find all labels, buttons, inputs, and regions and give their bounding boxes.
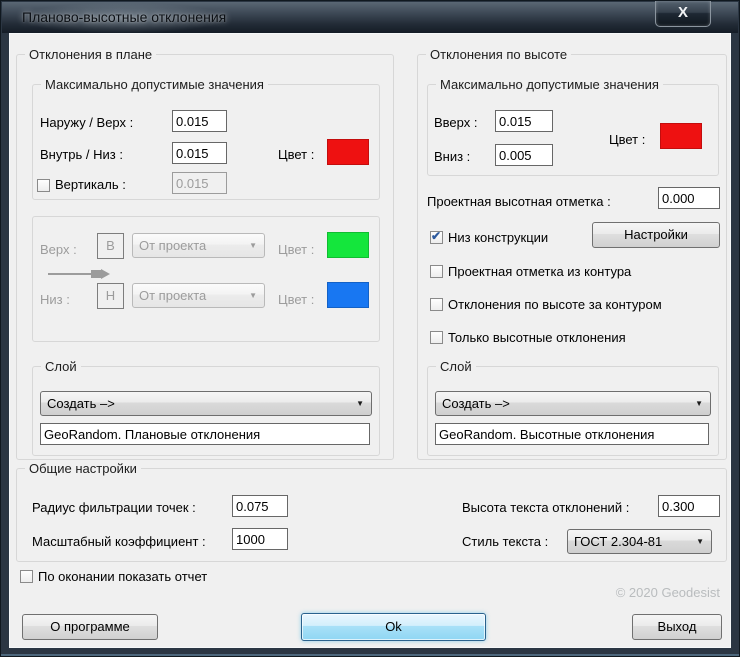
mark-from-contour-checkbox[interactable] (430, 265, 443, 278)
filter-radius-label: Радиус фильтрации точек : (32, 500, 196, 516)
chevron-down-icon: ▼ (695, 392, 703, 415)
direction-bottom-color-label: Цвет : (278, 292, 314, 308)
plan-group-title: Отклонения в плане (25, 47, 156, 62)
direction-top-select: От проекта ▼ (132, 233, 265, 258)
plan-layer-select[interactable]: Создать –> ▼ (40, 391, 372, 416)
right-arrow-icon (47, 267, 113, 281)
outside-contour-label: Отклонения по высоте за контуром (448, 297, 662, 313)
design-mark-label: Проектная высотная отметка : (427, 194, 611, 210)
down-label: Вниз : (434, 149, 470, 165)
common-settings-title: Общие настройки (25, 461, 141, 476)
show-report-label: По оконании показать отчет (38, 569, 207, 585)
plan-layer-select-value: Создать –> (47, 396, 115, 411)
plan-color-label: Цвет : (278, 147, 314, 163)
direction-bottom-label: Низ : (40, 292, 70, 308)
direction-bottom-color-swatch (327, 282, 369, 308)
settings-button[interactable]: Настройки (592, 222, 720, 248)
plan-color-swatch[interactable] (327, 139, 369, 165)
outward-top-label: Наружу / Верх : (40, 115, 133, 131)
direction-top-color-label: Цвет : (278, 242, 314, 258)
ok-button[interactable]: Ok (301, 613, 486, 641)
up-input[interactable] (495, 110, 553, 132)
title-bar: Планово-высотные отклонения (2, 2, 738, 33)
vertical-label: Вертикаль : (55, 177, 126, 193)
design-mark-input[interactable] (658, 187, 720, 209)
show-report-checkbox[interactable] (20, 570, 33, 583)
direction-top-color-swatch (327, 232, 369, 258)
inward-bottom-label: Внутрь / Низ : (40, 147, 123, 163)
exit-button[interactable]: Выход (632, 614, 722, 640)
scale-factor-label: Масштабный коэффициент : (32, 534, 206, 550)
inward-bottom-input[interactable] (172, 142, 227, 164)
height-group-title: Отклонения по высоте (426, 47, 571, 62)
height-layer-group-title: Слой (436, 359, 476, 374)
direction-bottom-select: От проекта ▼ (132, 283, 265, 308)
check-icon: ✔ (431, 229, 441, 243)
filter-radius-input[interactable] (232, 495, 288, 517)
chevron-down-icon: ▼ (249, 284, 257, 307)
dialog-client-area: Отклонения в плане Максимально допустимы… (9, 33, 731, 648)
direction-top-label: Верх : (40, 242, 77, 258)
close-icon[interactable]: X (655, 1, 711, 27)
outside-contour-checkbox[interactable] (430, 298, 443, 311)
only-height-label: Только высотные отклонения (448, 330, 626, 346)
height-max-group-title: Максимально допустимые значения (436, 77, 663, 92)
vertical-input (172, 172, 227, 194)
vertical-checkbox[interactable] (37, 179, 50, 192)
direction-top-select-value: От проекта (139, 238, 206, 253)
bottom-structure-label: Низ конструкции (448, 230, 548, 246)
chevron-down-icon: ▼ (696, 530, 704, 553)
mark-from-contour-label: Проектная отметка из контура (448, 264, 631, 280)
plan-layer-group-title: Слой (41, 359, 81, 374)
outward-top-input[interactable] (172, 110, 227, 132)
dialog-window: Планово-высотные отклонения X Отклонения… (0, 0, 740, 657)
copyright-text: © 2020 Geodesist (616, 585, 720, 600)
height-color-label: Цвет : (609, 132, 645, 148)
scale-factor-input[interactable] (232, 528, 288, 550)
chevron-down-icon: ▼ (356, 392, 364, 415)
height-layer-select-value: Создать –> (442, 396, 510, 411)
text-style-select[interactable]: ГОСТ 2.304-81 ▼ (567, 529, 712, 554)
window-title: Планово-высотные отклонения (22, 9, 226, 25)
text-height-label: Высота текста отклонений : (462, 500, 629, 516)
text-style-label: Стиль текста : (462, 534, 548, 550)
text-style-select-value: ГОСТ 2.304-81 (574, 534, 662, 549)
only-height-checkbox[interactable] (430, 331, 443, 344)
chevron-down-icon: ▼ (249, 234, 257, 257)
bottom-structure-checkbox[interactable]: ✔ (430, 231, 443, 244)
direction-bottom-select-value: От проекта (139, 288, 206, 303)
down-input[interactable] (495, 144, 553, 166)
direction-top-letterbox: В (97, 233, 124, 259)
direction-bottom-letterbox: Н (97, 283, 124, 309)
text-height-input[interactable] (658, 495, 720, 517)
height-layer-name-input[interactable] (435, 423, 709, 445)
height-layer-select[interactable]: Создать –> ▼ (435, 391, 711, 416)
up-label: Вверх : (434, 115, 477, 131)
height-color-swatch[interactable] (660, 123, 702, 149)
about-button[interactable]: О программе (22, 614, 158, 640)
plan-max-group-title: Максимально допустимые значения (41, 77, 268, 92)
plan-layer-name-input[interactable] (40, 423, 370, 445)
